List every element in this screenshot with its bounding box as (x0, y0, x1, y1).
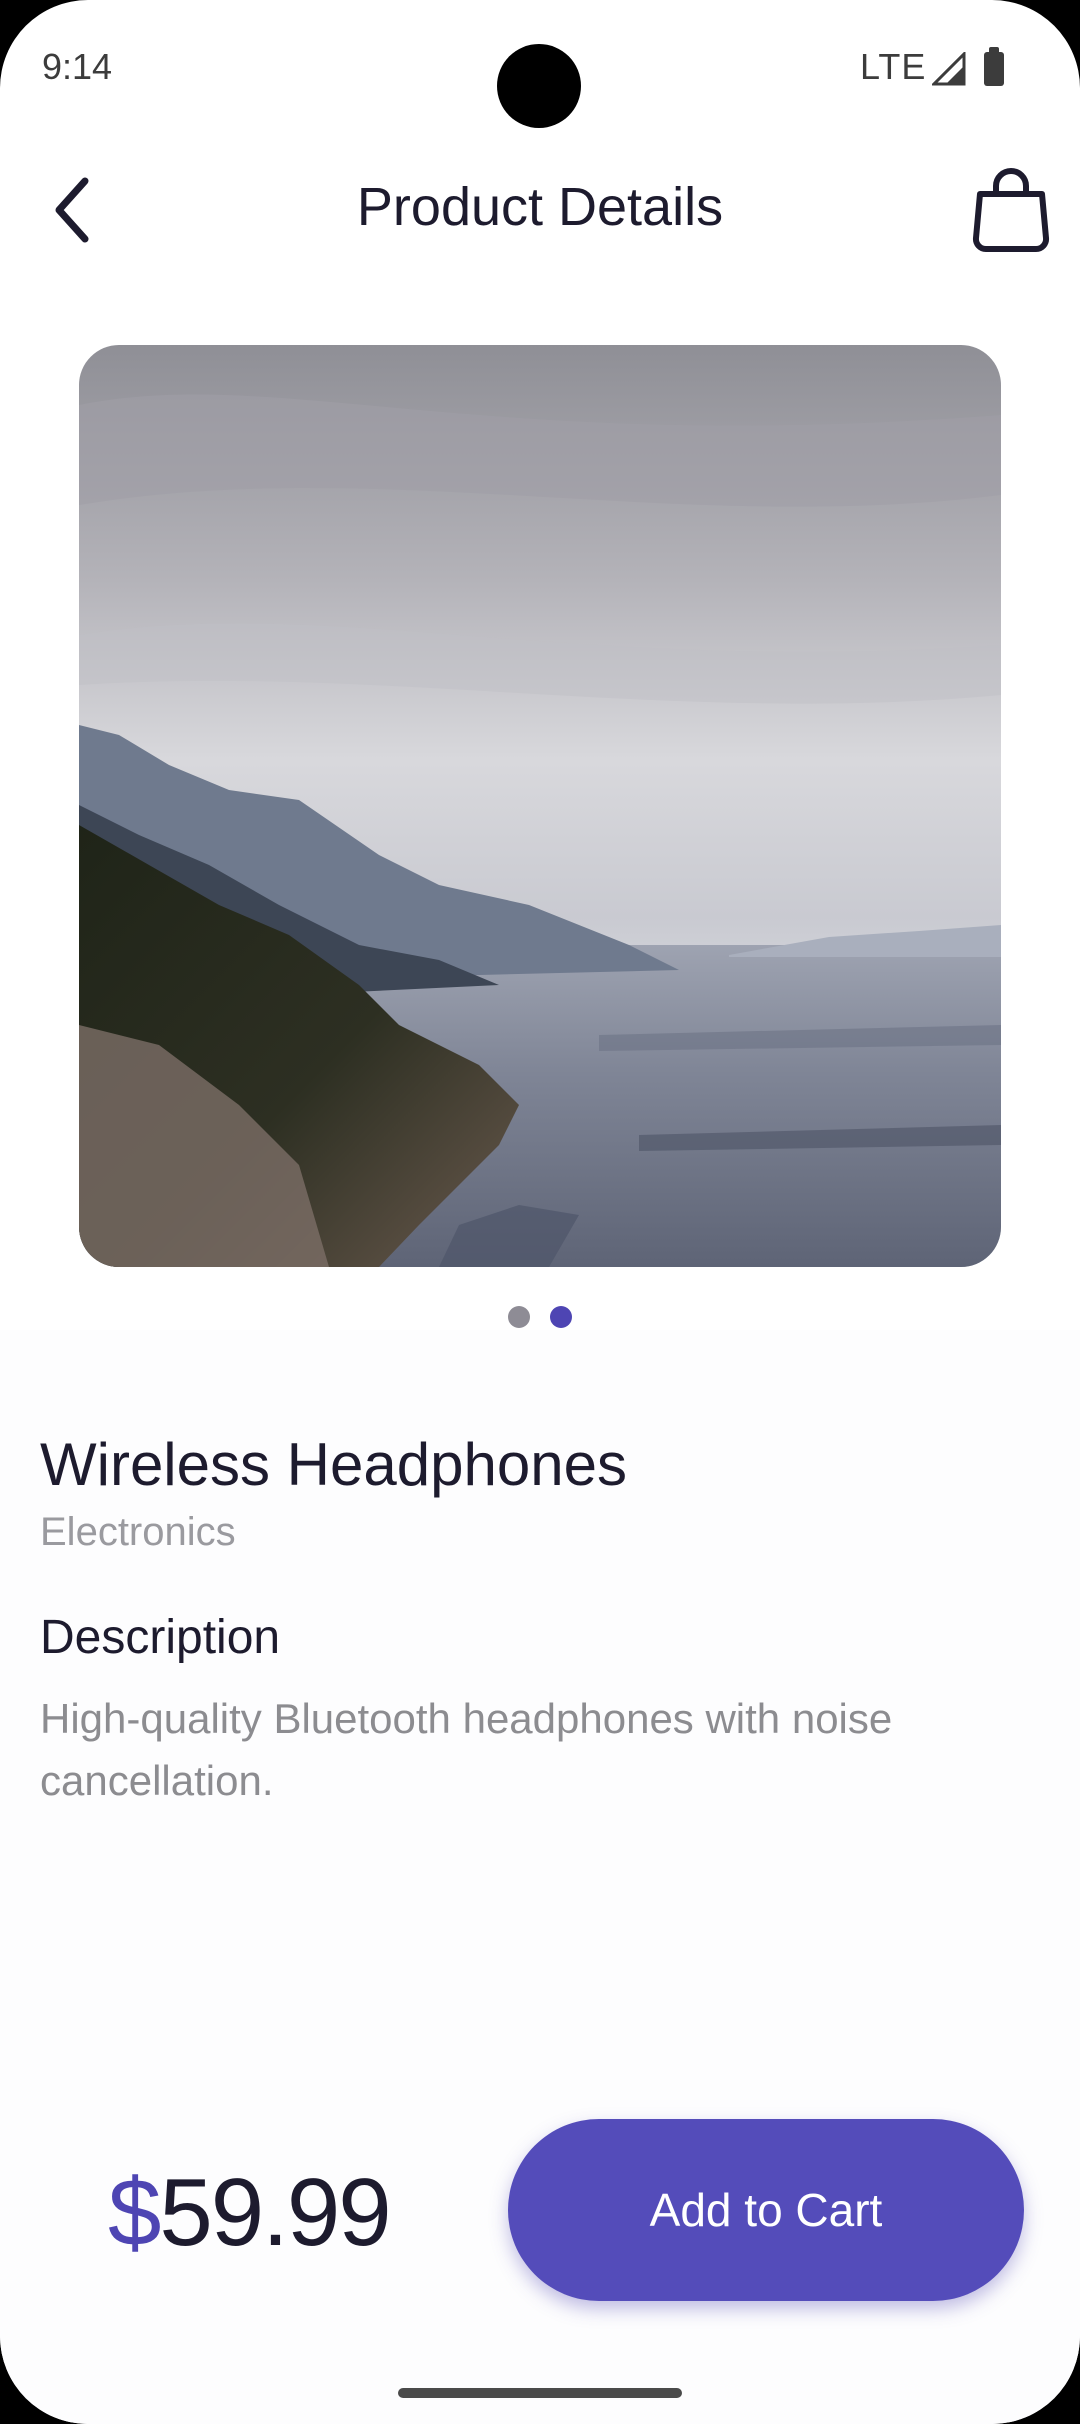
front-camera (497, 44, 581, 128)
pager-dot-2[interactable] (550, 1306, 572, 1328)
product-name: Wireless Headphones (40, 1431, 627, 1498)
page-title: Product Details (356, 177, 724, 237)
shopping-bag-icon[interactable] (966, 164, 1056, 254)
image-pager (0, 1306, 1080, 1330)
battery-icon (984, 47, 1004, 86)
status-bar: 9:14 LTE (0, 0, 1080, 140)
screen: 9:14 LTE Product Details Wireless Headph… (0, 0, 1080, 2424)
network-type: LTE (860, 46, 927, 87)
price-value: 59.99 (159, 2159, 391, 2266)
top-app-bar: Product Details (0, 150, 1080, 270)
product-image[interactable] (79, 345, 1001, 1267)
signal-icon (932, 52, 966, 86)
description-heading: Description (40, 1611, 281, 1664)
product-price: $59.99 (108, 2158, 392, 2268)
status-time: 9:14 (42, 46, 113, 87)
pager-dot-1[interactable] (508, 1306, 530, 1328)
product-description: High-quality Bluetooth headphones with n… (40, 1695, 893, 1804)
currency-symbol: $ (108, 2159, 161, 2266)
home-indicator[interactable] (398, 2388, 682, 2398)
product-category: Electronics (40, 1510, 236, 1554)
add-to-cart-button[interactable]: Add to Cart (508, 2119, 1024, 2301)
landscape-photo (79, 345, 1001, 1267)
